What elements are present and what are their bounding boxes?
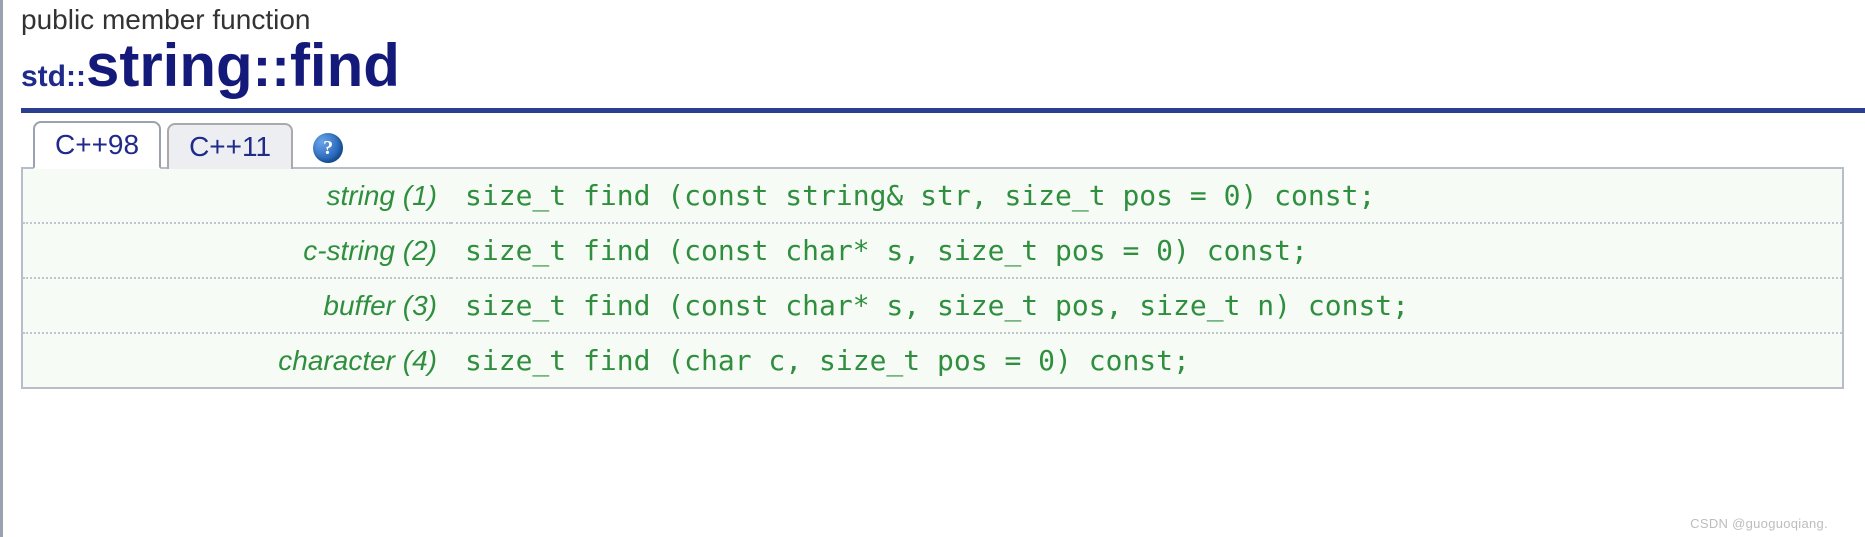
watermark: CSDN @guoguoqiang. [1690,516,1828,531]
title-class: string [86,32,253,99]
title-member: find [290,32,400,99]
prototype-box: string (1) size_t find (const string& st… [21,167,1844,389]
tabs-bar: C++98 C++11 ? [21,119,1850,167]
proto-name: c-string (2) [23,223,451,278]
table-row: string (1) size_t find (const string& st… [23,169,1842,223]
table-row: c-string (2) size_t find (const char* s,… [23,223,1842,278]
proto-signature: size_t find (const char* s, size_t pos, … [451,278,1842,333]
table-row: buffer (3) size_t find (const char* s, s… [23,278,1842,333]
proto-signature: size_t find (const char* s, size_t pos =… [451,223,1842,278]
proto-signature: size_t find (char c, size_t pos = 0) con… [451,333,1842,387]
help-icon[interactable]: ? [313,133,343,163]
tab-cpp11[interactable]: C++11 [167,123,293,169]
proto-signature: size_t find (const string& str, size_t p… [451,169,1842,223]
title-namespace: std:: [21,60,86,93]
table-row: character (4) size_t find (char c, size_… [23,333,1842,387]
title-separator: :: [253,35,290,98]
proto-name: string (1) [23,169,451,223]
proto-name: character (4) [23,333,451,387]
proto-name: buffer (3) [23,278,451,333]
tab-cpp98[interactable]: C++98 [33,121,161,169]
prototype-table: string (1) size_t find (const string& st… [23,169,1842,387]
page-title: std::string::find [21,36,1865,113]
